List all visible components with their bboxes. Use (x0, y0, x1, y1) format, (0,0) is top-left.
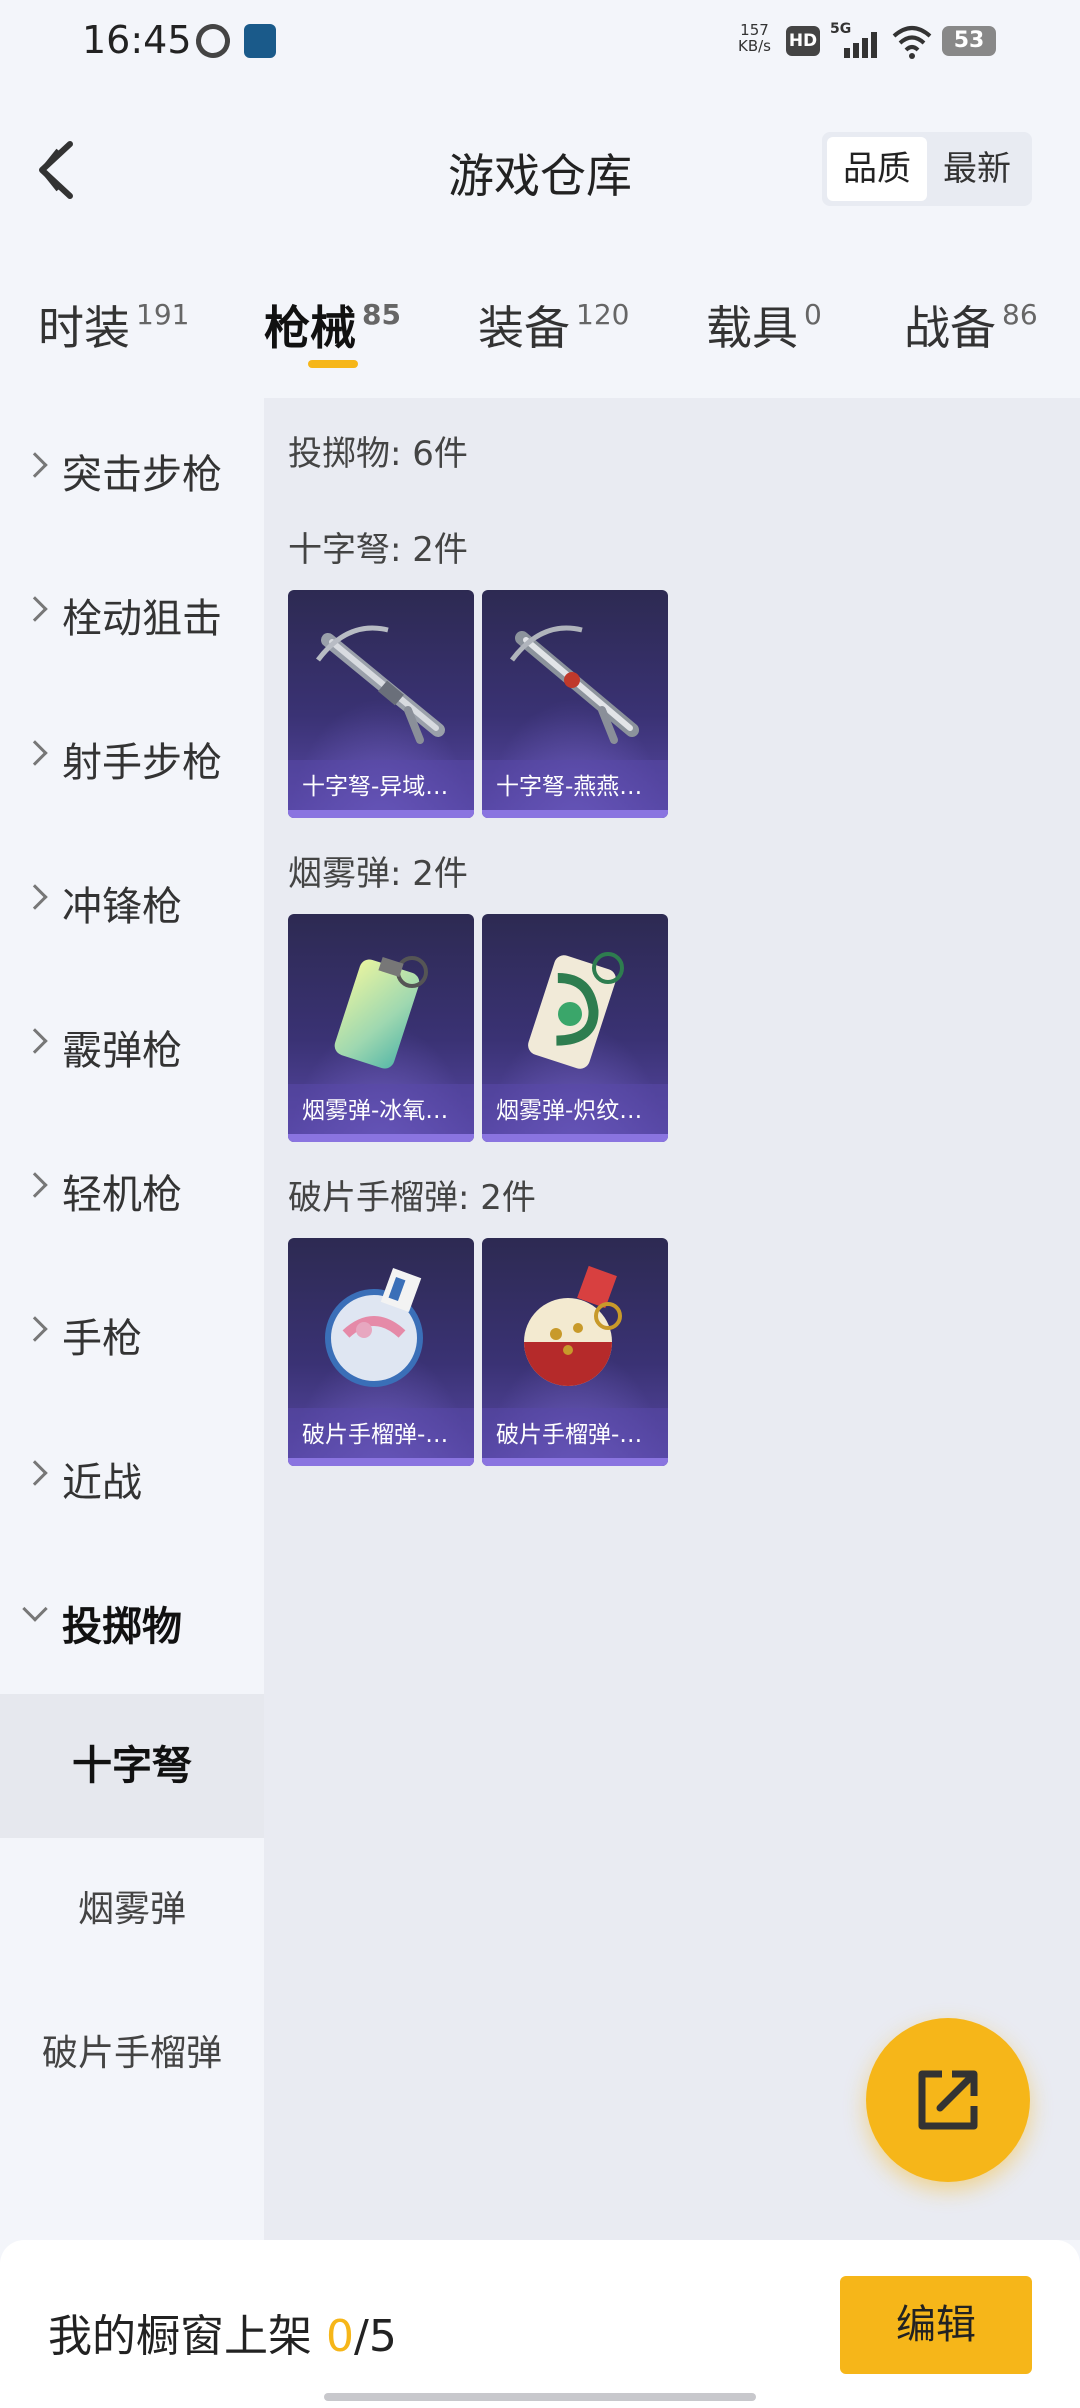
sidebar-item-shotgun[interactable]: 霰弹枪 (0, 974, 264, 1118)
sidebar-item-assault-rifle[interactable]: 突击步枪 (0, 398, 264, 542)
sidebar-subitem-smoke-grenade[interactable]: 烟雾弹 (0, 1838, 264, 1982)
sidebar-item-pistol[interactable]: 手枪 (0, 1262, 264, 1406)
wifi-icon (892, 26, 932, 59)
share-button[interactable] (866, 2018, 1030, 2182)
edit-button[interactable]: 编辑 (840, 2276, 1032, 2374)
chevron-right-icon (22, 1028, 48, 1054)
crossbow-icon (316, 625, 445, 744)
chevron-right-icon (22, 1316, 48, 1342)
showcase-bar: 我的橱窗上架 0/5 编辑 (0, 2240, 1080, 2408)
network-speed-value: 157 (740, 21, 769, 39)
throwables-summary: 投掷物: 6件 (288, 434, 468, 474)
sidebar-item-label: 投掷物 (62, 1604, 182, 1650)
tab-equipment[interactable]: 装备 120 (478, 292, 629, 358)
share-icon (918, 2070, 978, 2130)
chevron-right-icon (22, 1172, 48, 1198)
showcase-count: 我的橱窗上架 0/5 (48, 2300, 397, 2364)
network-speed: 157 KB/s (738, 22, 771, 54)
frag-grenade-icon (325, 1267, 423, 1387)
tab-count: 0 (804, 297, 822, 331)
showcase-current: 0 (326, 2311, 354, 2362)
item-card-smoke-grenade-1[interactable]: 烟雾弹-冰氧… (288, 914, 474, 1142)
sidebar-item-label: 近战 (62, 1460, 142, 1506)
tab-count: 120 (576, 297, 630, 331)
sidebar-item-melee[interactable]: 近战 (0, 1406, 264, 1550)
active-tab-indicator (308, 360, 358, 368)
smoke-grenade-icon (528, 952, 624, 1069)
sidebar-item-label: 栓动狙击 (62, 596, 222, 642)
tab-label: 载具 (706, 301, 798, 355)
tab-count: 86 (1002, 297, 1038, 331)
group-label-smoke-grenade: 烟雾弹: 2件 (288, 854, 468, 894)
sidebar-item-smg[interactable]: 冲锋枪 (0, 830, 264, 974)
sort-toggle: 品质 最新 (822, 132, 1032, 206)
network-label: 5G (830, 21, 851, 37)
tab-label: 枪械 (264, 301, 356, 355)
tab-count: 191 (136, 297, 190, 331)
item-card-crossbow-1[interactable]: 十字弩-异域… (288, 590, 474, 818)
game-app-notification-icon (244, 24, 276, 58)
item-card-frag-grenade-2[interactable]: 破片手榴弹-… (482, 1238, 668, 1466)
tab-combat-gear[interactable]: 战备 86 (904, 292, 1038, 358)
sidebar-subitem-frag-grenade[interactable]: 破片手榴弹 (0, 1982, 264, 2126)
header: 游戏仓库 品质 最新 (0, 82, 1080, 256)
frag-grenade-icon (524, 1265, 622, 1386)
chevron-right-icon (22, 596, 48, 622)
home-indicator[interactable] (324, 2393, 756, 2401)
network-speed-unit: KB/s (738, 37, 771, 55)
battery-icon: 53 (942, 26, 996, 56)
sidebar-item-lmg[interactable]: 轻机枪 (0, 1118, 264, 1262)
chevron-right-icon (22, 452, 48, 478)
chevron-right-icon (22, 740, 48, 766)
showcase-prefix: 我的橱窗上架 (48, 2311, 326, 2362)
item-grid-panel: 投掷物: 6件 十字弩: 2件 十字弩-异域… 十字弩-燕燕… 烟雾弹: 2件 (264, 398, 1080, 2240)
group-label-crossbow: 十字弩: 2件 (288, 530, 468, 570)
weapon-category-sidebar: 突击步枪 栓动狙击 射手步枪 冲锋枪 霰弹枪 轻机枪 手枪 近战 投掷物 十字弩… (0, 398, 264, 2240)
sidebar-item-label: 轻机枪 (62, 1172, 182, 1218)
sidebar-subitem-crossbow[interactable]: 十字弩 (0, 1694, 264, 1838)
crossbow-icon (510, 625, 639, 744)
item-card-smoke-grenade-2[interactable]: 烟雾弹-炽纹… (482, 914, 668, 1142)
tab-firearms[interactable]: 枪械 85 (264, 292, 401, 358)
signal-5g-icon: 5G (830, 21, 877, 58)
showcase-total: /5 (354, 2311, 397, 2362)
status-bar: 16:45 157 KB/s HD 5G 53 (0, 0, 1080, 82)
item-card-frag-grenade-1[interactable]: 破片手榴弹-… (288, 1238, 474, 1466)
smoke-grenade-icon (334, 956, 428, 1069)
sort-option-quality[interactable]: 品质 (827, 137, 927, 201)
sort-option-newest[interactable]: 最新 (927, 137, 1027, 201)
sidebar-item-label: 射手步枪 (62, 740, 222, 786)
tab-label: 战备 (904, 301, 996, 355)
item-card-crossbow-2[interactable]: 十字弩-燕燕… (482, 590, 668, 818)
group-label-frag-grenade: 破片手榴弹: 2件 (288, 1178, 536, 1218)
category-tabs: 时装 191 枪械 85 装备 120 载具 0 战备 86 (0, 256, 1080, 398)
sidebar-item-label: 手枪 (62, 1316, 142, 1362)
sidebar-item-bolt-sniper[interactable]: 栓动狙击 (0, 542, 264, 686)
tab-fashion[interactable]: 时装 191 (38, 292, 189, 358)
sidebar-item-label: 霰弹枪 (62, 1028, 182, 1074)
tab-vehicles[interactable]: 载具 0 (706, 292, 822, 358)
sidebar-item-marksman-rifle[interactable]: 射手步枪 (0, 686, 264, 830)
sidebar-item-throwables[interactable]: 投掷物 (0, 1550, 264, 1694)
sidebar-item-label: 突击步枪 (62, 452, 222, 498)
sidebar-item-label: 冲锋枪 (62, 884, 182, 930)
tab-count: 85 (362, 297, 401, 331)
app-notification-icon (189, 17, 237, 65)
tab-label: 时装 (38, 301, 130, 355)
tab-label: 装备 (478, 301, 570, 355)
chevron-right-icon (22, 1460, 48, 1486)
status-time: 16:45 (82, 18, 192, 62)
chevron-right-icon (22, 884, 48, 910)
chevron-down-icon (22, 1596, 48, 1622)
hd-voice-icon: HD (786, 26, 820, 56)
